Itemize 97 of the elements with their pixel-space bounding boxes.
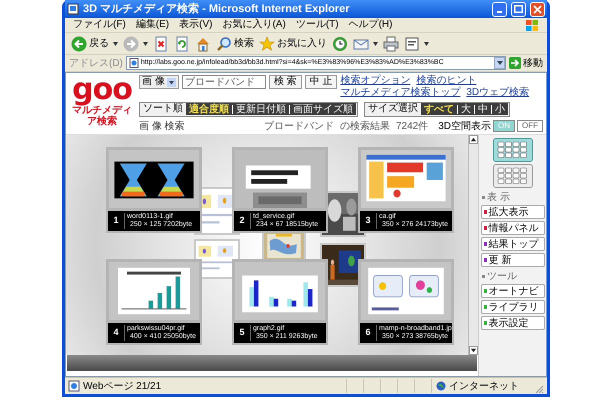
dropdown-button[interactable] xyxy=(494,57,505,69)
search-button[interactable]: 中 止 xyxy=(304,75,338,89)
clock-icon xyxy=(332,36,348,52)
option[interactable]: 中 xyxy=(478,104,488,115)
section-title: 表 示 xyxy=(487,192,510,203)
star-icon xyxy=(259,36,275,52)
caret-icon xyxy=(166,78,176,86)
close-button[interactable] xyxy=(530,2,545,16)
go-button[interactable]: 移動 xyxy=(509,56,543,70)
search-icon xyxy=(216,36,232,52)
result-number: 3 xyxy=(364,214,372,228)
panel-button[interactable]: 情報パネル xyxy=(480,221,544,235)
panel-button[interactable]: 表示設定 xyxy=(480,316,544,330)
option[interactable]: 大 xyxy=(461,104,471,115)
flag-icon xyxy=(525,18,539,32)
maximize-button[interactable] xyxy=(511,2,526,16)
page-icon xyxy=(68,380,80,392)
media-select[interactable]: 画 像 xyxy=(139,75,179,89)
printer-icon xyxy=(383,36,399,52)
caret-icon xyxy=(373,42,378,46)
result-number: 2 xyxy=(238,214,246,228)
refresh-button[interactable] xyxy=(174,34,190,52)
result-number: 1 xyxy=(112,214,120,228)
print-button[interactable] xyxy=(383,34,399,52)
toggle-button[interactable]: OFF xyxy=(517,120,543,132)
layout-button[interactable] xyxy=(492,138,532,162)
option-label: サイズ選択 xyxy=(368,103,418,116)
panel-button[interactable]: 結果トップ xyxy=(480,237,544,251)
minimize-button[interactable] xyxy=(492,2,507,16)
zone-text: インターネット xyxy=(449,380,519,394)
panel-button[interactable]: オートナビ xyxy=(480,284,544,298)
down-arrow-icon[interactable] xyxy=(470,347,477,354)
result-label: の検索結果 xyxy=(340,120,390,134)
option[interactable]: 適合度順 xyxy=(189,104,229,115)
house-icon xyxy=(195,36,211,52)
caret-icon xyxy=(143,42,148,46)
stop-button[interactable] xyxy=(153,34,169,52)
up-arrow-icon[interactable] xyxy=(470,136,477,143)
menu-item[interactable]: ツール(T) xyxy=(296,19,339,31)
layout-button[interactable] xyxy=(492,164,532,188)
edit-button[interactable] xyxy=(404,34,429,52)
globe-icon xyxy=(436,381,446,391)
minimize-icon xyxy=(497,10,502,12)
breadcrumb: 画 像 検索 xyxy=(139,120,185,134)
result-count: 7242件 xyxy=(396,120,428,134)
caret-icon xyxy=(424,42,429,46)
menu-item[interactable]: 編集(E) xyxy=(136,19,170,31)
arrow-icon xyxy=(509,57,521,69)
close-icon xyxy=(533,4,542,14)
document-icon xyxy=(404,36,420,52)
panel-button[interactable]: ライブラリ xyxy=(480,300,544,314)
result-query: ブロードバンド xyxy=(264,120,334,134)
stop-icon xyxy=(153,36,169,52)
menu-item[interactable]: 表示(V) xyxy=(179,19,212,31)
menu-item[interactable]: ヘルプ(H) xyxy=(348,19,392,31)
section-title: ツール xyxy=(487,271,517,282)
option[interactable]: 画面サイズ順 xyxy=(293,104,353,115)
result-number: 4 xyxy=(112,326,120,340)
link[interactable]: 3Dウェブ検索 xyxy=(466,87,530,99)
refresh-icon xyxy=(174,36,190,52)
logo: goo xyxy=(72,75,132,105)
panel-button[interactable]: 拡大表示 xyxy=(480,205,544,219)
back-button[interactable]: 戻る xyxy=(71,34,118,52)
status-text: Webページ 21/21 xyxy=(83,380,162,394)
panel-button[interactable]: 更 新 xyxy=(480,253,544,267)
grid-icon xyxy=(496,141,528,159)
option[interactable]: すべて xyxy=(424,104,454,115)
maximize-icon xyxy=(514,5,523,13)
menu-item[interactable]: お気に入り(A) xyxy=(222,19,286,31)
option-label: ソート順 xyxy=(143,103,183,116)
bullet-icon xyxy=(482,275,485,278)
address-label: アドレス(D) xyxy=(69,56,123,70)
menu-item[interactable]: ファイル(F) xyxy=(73,19,126,31)
page-icon xyxy=(128,58,139,68)
option[interactable]: 小 xyxy=(495,104,505,115)
history-button[interactable] xyxy=(332,34,348,52)
link[interactable]: マルチメディア検索トップ xyxy=(340,87,460,99)
logo-subtitle: マルチメディア検索 xyxy=(71,105,133,127)
forward-button[interactable] xyxy=(123,34,148,52)
page-icon xyxy=(67,3,79,15)
grid-icon xyxy=(496,167,528,185)
caret-icon xyxy=(113,42,118,46)
view-3d-label: 3D空間表示 xyxy=(438,120,491,134)
link[interactable]: 検索のヒント xyxy=(416,75,476,87)
window-title: 3D マルチメディア検索 - Microsoft Internet Explorer xyxy=(83,2,350,17)
search-button[interactable]: 検索 xyxy=(216,34,254,52)
link[interactable]: 検索オプション xyxy=(340,75,410,87)
search-button[interactable]: 検 索 xyxy=(268,75,302,89)
caret-icon xyxy=(496,61,502,65)
search-field[interactable]: ブロードバンド xyxy=(182,75,266,89)
option[interactable]: 更新日付順 xyxy=(236,104,286,115)
bullet-icon xyxy=(482,196,485,199)
result-number: 5 xyxy=(238,326,246,340)
favorites-button[interactable]: お気に入り xyxy=(259,34,327,52)
scrollbar[interactable] xyxy=(468,135,478,355)
resize-grip-icon[interactable] xyxy=(534,384,544,394)
result-number: 6 xyxy=(364,326,372,340)
